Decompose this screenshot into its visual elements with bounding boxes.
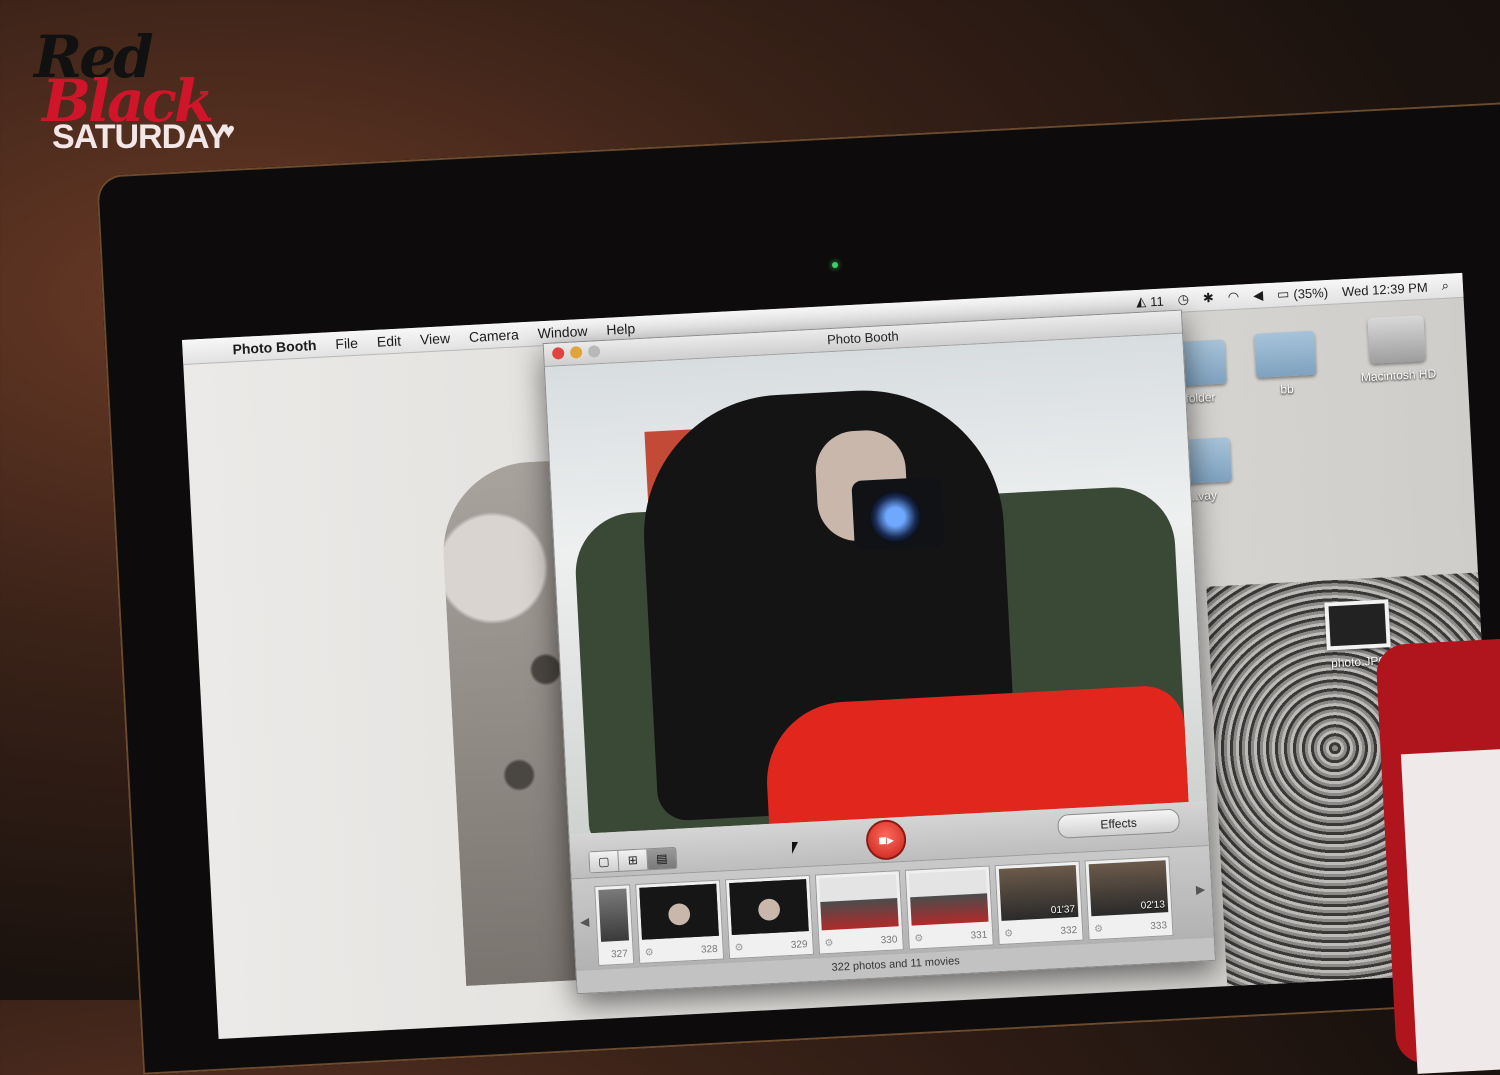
bluetooth-icon[interactable]: ✱ — [1203, 290, 1215, 307]
thumbnail[interactable]: ⚙ 329 — [724, 874, 815, 960]
zoom-button[interactable] — [587, 345, 601, 358]
logo-line-saturday: SATURDAY — [52, 118, 228, 156]
volume-icon[interactable]: ◀ — [1253, 287, 1264, 304]
view-mode-selector: ▢ ⊞ ▤ — [588, 846, 678, 874]
menu-edit[interactable]: Edit — [376, 333, 401, 350]
thumbnail[interactable]: ⚙ 330 — [814, 870, 904, 955]
desktop-icon-macintosh-hd[interactable]: Macintosh HD — [1350, 314, 1443, 385]
record-video-button[interactable]: ■▸ — [865, 818, 908, 861]
menu-file[interactable]: File — [335, 335, 358, 352]
gear-icon[interactable]: ⚙ — [1094, 924, 1104, 935]
minimize-button[interactable] — [569, 346, 583, 359]
thumbnail-number: 332 — [1060, 924, 1078, 937]
mouse-cursor-icon — [792, 842, 798, 854]
thumbnail[interactable]: 02'13 ⚙ 333 — [1084, 856, 1174, 941]
video-camera-icon: ■▸ — [877, 831, 895, 849]
window-traffic-lights — [551, 345, 601, 360]
thumbnail-image — [819, 874, 899, 931]
battery-icon[interactable]: ▭ — [1277, 286, 1290, 303]
thumbnail-image — [729, 879, 809, 936]
grid-view-icon[interactable]: ⊞ — [618, 849, 649, 871]
gear-icon[interactable]: ⚙ — [734, 942, 744, 953]
menu-help[interactable]: Help — [606, 320, 636, 337]
gear-icon[interactable]: ⚙ — [1004, 928, 1014, 939]
desktop-icon-bb[interactable]: bb — [1239, 330, 1332, 399]
thumbnail-number: 329 — [790, 939, 808, 951]
thumbnail-image — [598, 888, 630, 942]
thumbnail-number: 330 — [880, 934, 898, 947]
desktop-icon-label: bb — [1280, 381, 1295, 397]
thumbnail[interactable]: ⚙ 331 — [904, 865, 994, 950]
gear-icon[interactable]: ⚙ — [824, 938, 834, 949]
menu-app-name[interactable]: Photo Booth — [232, 337, 317, 357]
movie-duration: 01'37 — [1050, 904, 1076, 917]
close-button[interactable] — [551, 347, 565, 360]
wifi-icon[interactable]: ◠ — [1227, 289, 1239, 306]
thumbnail-image — [908, 869, 989, 926]
spotlight-search-icon[interactable]: ⌕ — [1441, 278, 1449, 294]
adobe-updates-count: 11 — [1149, 293, 1165, 309]
thumbnail-number: 327 — [610, 948, 629, 961]
thumbnail-image — [639, 883, 719, 940]
scroll-right-icon[interactable]: ▶ — [1196, 882, 1206, 896]
gear-icon[interactable]: ⚙ — [644, 947, 654, 958]
menu-camera[interactable]: Camera — [469, 326, 520, 345]
scroll-left-icon[interactable]: ◀ — [580, 914, 590, 928]
time-machine-icon[interactable]: ◷ — [1177, 291, 1189, 308]
thumbnail[interactable]: ⚙ 328 — [635, 879, 725, 964]
menu-view[interactable]: View — [420, 330, 451, 348]
phone-screen — [1400, 745, 1500, 1074]
camera-indicator-light — [832, 262, 838, 268]
heart-icon: ♥ — [222, 118, 236, 143]
adobe-icon[interactable]: ◭ — [1136, 293, 1147, 310]
menubar-clock[interactable]: Wed 12:39 PM — [1342, 279, 1428, 298]
red-black-saturday-logo: Red Black SATURDAY ♥ — [30, 28, 260, 168]
hard-drive-icon — [1367, 314, 1426, 364]
filmstrip-view-icon[interactable]: ▤ — [647, 847, 677, 870]
laptop-screen: Photo Booth File Edit View Camera Window… — [182, 272, 1499, 1040]
single-view-icon[interactable]: ▢ — [589, 850, 620, 873]
image-file-icon — [1324, 599, 1391, 651]
thumbnail-number: 331 — [970, 929, 988, 942]
red-phone — [1375, 635, 1500, 1074]
thumbnail[interactable]: 327 — [594, 884, 635, 967]
effects-button[interactable]: Effects — [1057, 808, 1181, 839]
desktop-icon-label: Macintosh HD — [1360, 366, 1437, 385]
movie-duration: 02'13 — [1140, 899, 1166, 912]
thumbnail[interactable]: 01'37 ⚙ 332 — [994, 860, 1084, 946]
photo-booth-window: Photo Booth ▢ ⊞ ▤ ■▸ Effects ◀ 327 ⚙ 328… — [542, 309, 1216, 995]
battery-percent: (35%) — [1292, 284, 1329, 302]
camera-preview — [544, 333, 1207, 835]
folder-icon — [1254, 330, 1317, 378]
thumbnail-number: 333 — [1150, 920, 1168, 933]
menu-window[interactable]: Window — [537, 323, 588, 342]
gear-icon[interactable]: ⚙ — [914, 933, 924, 944]
apple-icon[interactable] — [199, 350, 219, 351]
thumbnail-number: 328 — [700, 943, 718, 956]
window-title: Photo Booth — [826, 328, 899, 348]
